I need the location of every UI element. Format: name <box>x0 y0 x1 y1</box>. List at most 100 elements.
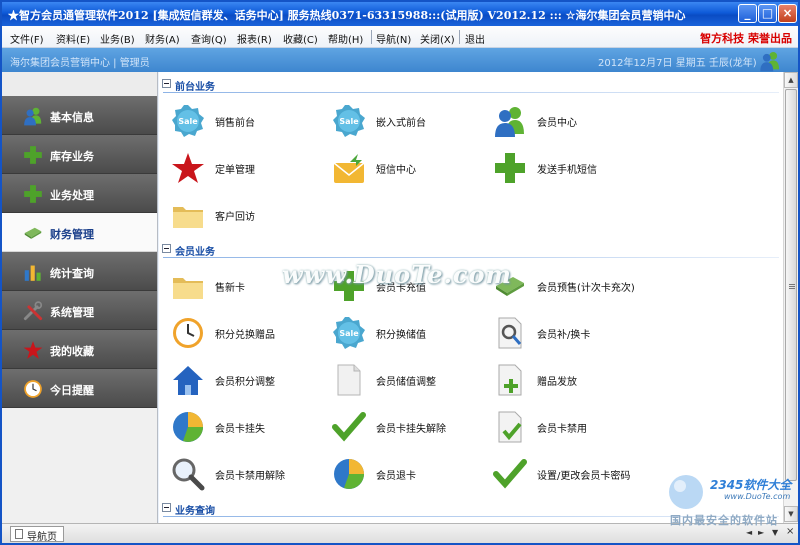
title-bar[interactable]: ★智方会员通管理软件2012 [集成短信群发、话务中心] 服务热线0371-63… <box>2 2 798 26</box>
tile-label: 会员补/换卡 <box>537 330 591 341</box>
tile-sell-new-card[interactable]: 售新卡 <box>165 266 325 306</box>
tile-sms-center[interactable]: 短信中心 <box>326 148 486 188</box>
tab-next-button[interactable]: ► <box>758 528 764 537</box>
tile-points-adjust[interactable]: 会员积分调整 <box>165 360 325 400</box>
sidebar-item-inventory[interactable]: 库存业务 <box>2 135 157 174</box>
collapse-toggle[interactable] <box>162 79 171 88</box>
tile-member-presale[interactable]: 会员预售(计次卡充次) <box>487 266 667 306</box>
sidebar-item-reminders[interactable]: 今日提醒 <box>2 369 157 408</box>
collapse-toggle[interactable] <box>162 244 171 253</box>
tile-card-disable-cancel[interactable]: 会员卡禁用解除 <box>165 454 325 494</box>
tile-gift-issue[interactable]: 赠品发放 <box>487 360 647 400</box>
tab-list-button[interactable]: ▼ <box>772 528 778 537</box>
scroll-up-arrow[interactable]: ▲ <box>784 72 798 88</box>
menu-exit[interactable]: 退出 <box>465 31 485 46</box>
check-icon <box>332 410 366 444</box>
tile-points-gift[interactable]: 积分兑换赠品 <box>165 313 325 353</box>
grip-icon <box>789 284 795 285</box>
tile-order-management[interactable]: 定单管理 <box>165 148 325 188</box>
scroll-thumb[interactable] <box>785 89 797 481</box>
vertical-scrollbar[interactable]: ▲ ▼ <box>783 72 798 523</box>
plus-icon <box>332 269 366 303</box>
sidebar-item-label: 今日提醒 <box>50 384 94 397</box>
tile-card-password[interactable]: 设置/更改会员卡密码 <box>487 454 667 494</box>
sale-badge-icon <box>171 104 205 138</box>
tile-send-sms[interactable]: 发送手机短信 <box>487 148 647 188</box>
star-icon <box>22 340 44 360</box>
section-divider <box>163 92 779 93</box>
tile-value-adjust[interactable]: 会员储值调整 <box>326 360 486 400</box>
plus-icon <box>22 184 44 204</box>
close-button[interactable]: × <box>778 4 797 23</box>
main-panel: 前台业务 销售前台 嵌入式前台 会员中心 定单管理 短信中心 发送手机短信 客户… <box>159 72 783 523</box>
menu-data[interactable]: 资料(E) <box>56 31 90 46</box>
tile-customer-visit[interactable]: 客户回访 <box>165 195 325 235</box>
clock-icon <box>22 379 44 399</box>
tile-label: 嵌入式前台 <box>376 118 426 129</box>
menu-favorites[interactable]: 收藏(C) <box>283 31 318 46</box>
section-divider <box>163 257 779 258</box>
maximize-button[interactable]: □ <box>758 4 777 23</box>
sidebar-item-statistics[interactable]: 统计查询 <box>2 252 157 291</box>
menu-file[interactable]: 文件(F) <box>10 31 44 46</box>
minimize-button[interactable]: _ <box>738 4 757 23</box>
org-user-label: 海尔集团会员营销中心 | 管理员 <box>10 58 150 69</box>
tile-card-disable[interactable]: 会员卡禁用 <box>487 407 647 447</box>
section-title: 业务查询 <box>175 506 215 517</box>
users-icon <box>750 50 790 72</box>
sidebar-item-favorites[interactable]: 我的收藏 <box>2 330 157 369</box>
tile-label: 销售前台 <box>215 118 255 129</box>
sidebar-item-finance[interactable]: 财务管理 <box>2 213 157 252</box>
sidebar-item-basic-info[interactable]: 基本信息 <box>2 96 157 135</box>
document-icon <box>332 363 366 397</box>
tile-card-replace[interactable]: 会员补/换卡 <box>487 313 647 353</box>
date-label: 2012年12月7日 星期五 壬辰(龙年) <box>598 58 757 69</box>
sidebar-item-label: 统计查询 <box>50 267 94 280</box>
menu-report[interactable]: 报表(R) <box>237 31 272 46</box>
menu-help[interactable]: 帮助(H) <box>328 31 363 46</box>
tile-label: 设置/更改会员卡密码 <box>537 471 631 482</box>
tile-label: 定单管理 <box>215 165 255 176</box>
tools-icon <box>22 301 44 321</box>
tile-card-report-loss[interactable]: 会员卡挂失 <box>165 407 325 447</box>
tile-card-loss-cancel[interactable]: 会员卡挂失解除 <box>326 407 486 447</box>
tile-sales-front[interactable]: 销售前台 <box>165 101 325 141</box>
tile-card-recharge[interactable]: 会员卡充值 <box>326 266 486 306</box>
search-doc-icon <box>493 316 527 350</box>
tile-label: 积分兑换赠品 <box>215 330 275 341</box>
tile-points-to-value[interactable]: 积分换储值 <box>326 313 486 353</box>
tile-label: 会员卡挂失解除 <box>376 424 446 435</box>
sidebar-item-label: 财务管理 <box>50 228 94 241</box>
collapse-toggle[interactable] <box>162 503 171 512</box>
section-title: 会员业务 <box>175 247 215 258</box>
scroll-down-arrow[interactable]: ▼ <box>784 506 798 522</box>
tab-prev-button[interactable]: ◄ <box>746 528 752 537</box>
sidebar-item-business[interactable]: 业务处理 <box>2 174 157 213</box>
tile-label: 积分换储值 <box>376 330 426 341</box>
pie-icon <box>332 457 366 491</box>
brand-label: 智方科技 荣誉出品 <box>700 32 792 45</box>
info-header: 海尔集团会员营销中心 | 管理员 2012年12月7日 星期五 壬辰(龙年) <box>2 48 798 72</box>
menu-business[interactable]: 业务(B) <box>100 31 135 46</box>
tile-label: 会员卡禁用 <box>537 424 587 435</box>
menu-navigate[interactable]: 导航(N) <box>376 31 411 46</box>
tile-card-refund[interactable]: 会员退卡 <box>326 454 486 494</box>
doc-plus-icon <box>493 363 527 397</box>
sidebar-item-label: 我的收藏 <box>50 345 94 358</box>
magnifier-icon <box>171 457 205 491</box>
menu-finance[interactable]: 财务(A) <box>145 31 180 46</box>
tile-label: 售新卡 <box>215 283 245 294</box>
doc-check-icon <box>493 410 527 444</box>
tab-close-button[interactable]: × <box>786 526 794 537</box>
menu-query[interactable]: 查询(Q) <box>191 31 227 46</box>
pie-icon <box>171 410 205 444</box>
tile-label: 赠品发放 <box>537 377 577 388</box>
menu-close[interactable]: 关闭(X) <box>420 31 455 46</box>
sidebar-item-label: 库存业务 <box>50 150 94 163</box>
plus-icon <box>22 145 44 165</box>
sidebar-item-system[interactable]: 系统管理 <box>2 291 157 330</box>
tile-embedded-front[interactable]: 嵌入式前台 <box>326 101 486 141</box>
tab-navigation-page[interactable]: 导航页 <box>10 526 64 543</box>
tile-member-center[interactable]: 会员中心 <box>487 101 647 141</box>
card-icon <box>493 269 527 303</box>
